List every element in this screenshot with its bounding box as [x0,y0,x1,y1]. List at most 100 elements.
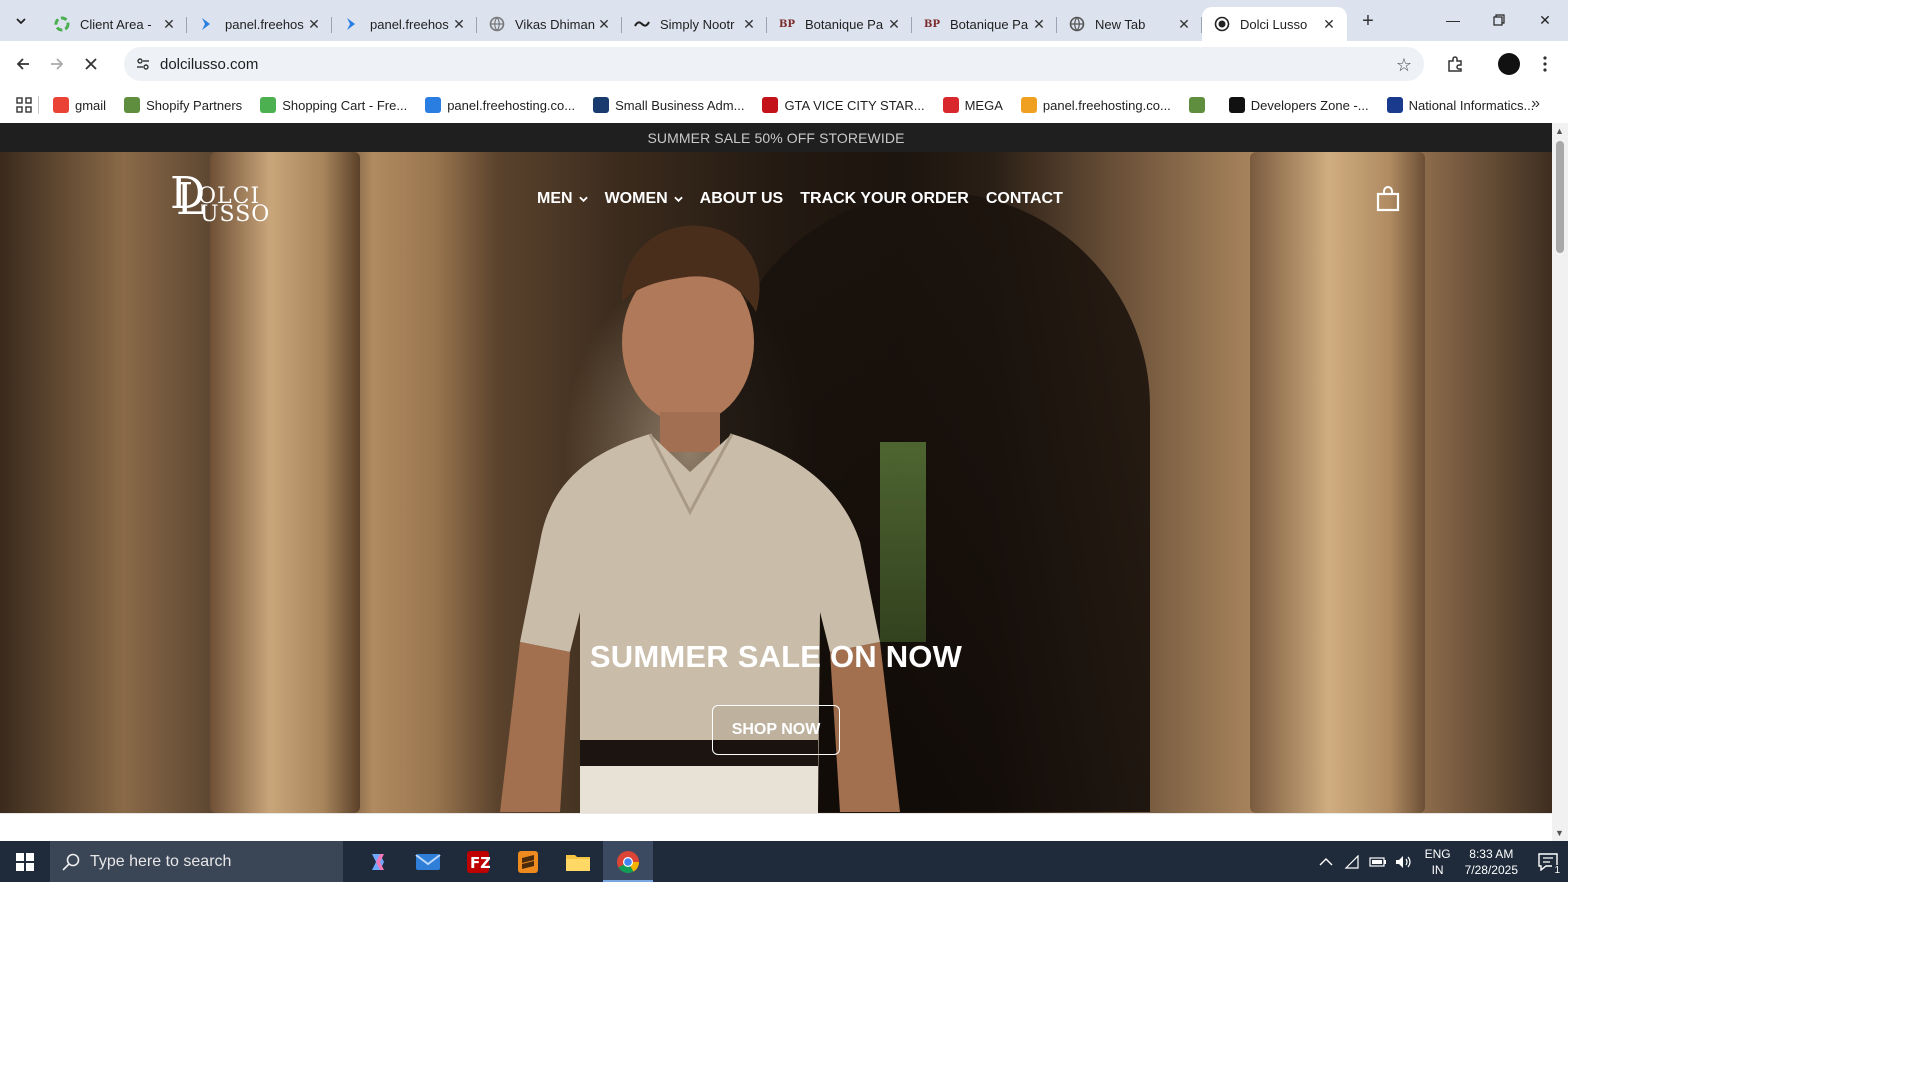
new-tab-button[interactable]: + [1353,6,1383,36]
windows-taskbar: Type here to search FZ ENG IN 8:33 AM 7/… [0,841,1568,882]
url-text[interactable]: dolcilusso.com [160,56,258,73]
scroll-up-icon[interactable]: ▲ [1555,126,1564,136]
menu-button[interactable] [1528,47,1562,81]
taskbar-app-file-explorer[interactable] [553,841,603,882]
nav-label: ABOUT US [699,190,784,207]
minimize-button[interactable]: — [1430,0,1476,40]
folder-icon [566,854,590,871]
nav-item-track-your-order[interactable]: TRACK YOUR ORDER [800,190,969,208]
page-scrollbar[interactable]: ▲ ▼ [1552,123,1568,841]
browser-toolbar: dolcilusso.com ☆ [0,41,1568,87]
profile-avatar[interactable] [1498,53,1520,75]
bookmark-item[interactable]: gmail [53,97,106,113]
scrollbar-thumb[interactable] [1556,141,1564,253]
arrow-right-icon [51,58,64,70]
notification-center-button[interactable]: 1 [1528,841,1568,882]
close-tab-icon[interactable]: ✕ [596,16,612,32]
scroll-down-icon[interactable]: ▼ [1555,828,1564,838]
input-language-indicator[interactable]: ENG IN [1425,846,1451,878]
nav-item-men[interactable]: MEN [537,190,588,208]
show-hidden-icons-icon[interactable] [1314,857,1338,867]
apps-grid-icon[interactable] [16,97,32,113]
bookmark-item[interactable]: Shopify Partners [124,97,242,113]
forward-button[interactable] [40,47,74,81]
nav-label: WOMEN [604,190,668,207]
volume-icon[interactable] [1392,855,1416,869]
bookmark-item[interactable]: Small Business Adm... [593,97,744,113]
tab-search-button[interactable] [6,6,36,36]
taskbar-app-filezilla[interactable]: FZ [453,841,503,882]
clock-date: 7/28/2025 [1464,862,1518,877]
BP-icon: BP [924,18,940,30]
browser-tab[interactable]: panel.freehos ✕ [187,7,332,41]
extensions-button[interactable] [1438,47,1472,81]
taskbar-app-sublime[interactable] [503,841,553,882]
bookmark-item[interactable]: GTA VICE CITY STAR... [762,97,925,113]
address-bar[interactable]: dolcilusso.com ☆ [124,47,1424,81]
more-bookmarks-icon[interactable]: » [1531,95,1540,113]
restore-button[interactable] [1476,0,1522,40]
shop-now-button[interactable]: SHOP NOW [712,705,840,755]
hero-title: SUMMER SALE ON NOW [589,639,963,674]
taskbar-app-chrome[interactable] [603,841,653,882]
nav-item-about-us[interactable]: ABOUT US [700,190,784,208]
tab-title: panel.freehos [370,16,449,32]
bookmark-item[interactable]: Developers Zone -... [1228,97,1369,113]
taskbar-app-mail[interactable] [403,841,453,882]
browser-tab[interactable]: BP Botanique Pa ✕ [912,7,1057,41]
browser-tab[interactable]: Dolci Lusso ✕ [1202,7,1347,41]
bookmark-label: MEGA [964,97,1003,113]
announcement-text: SUMMER SALE 50% OFF STOREWIDE [647,129,905,146]
close-tab-icon[interactable]: ✕ [1031,16,1047,32]
site-info-button[interactable] [132,53,154,75]
start-button[interactable] [0,841,50,882]
arrow-left-icon [16,58,29,70]
cart-icon[interactable] [1376,186,1400,212]
background-pillar [210,152,360,813]
close-tab-icon[interactable]: ✕ [451,16,467,32]
nav-item-women[interactable]: WOMEN [605,190,683,208]
close-tab-icon[interactable]: ✕ [1321,16,1337,32]
bookmark-item[interactable]: MEGA [942,97,1003,113]
window-controls: — ✕ [1430,0,1568,40]
search-icon [62,853,80,871]
gmail-icon [53,97,69,113]
nav-label: CONTACT [985,190,1063,207]
tab-title: panel.freehos [225,16,304,32]
hero-banner: D L OLCI USSO MEN WOMEN ABOUT US TRACK YOUR… [0,152,1552,813]
browser-tab[interactable]: BP Botanique Pa ✕ [767,7,912,41]
bookmark-item[interactable]: National Informatics... [1386,97,1534,113]
bookmark-item[interactable]: panel.freehosting.co... [1020,97,1171,113]
copilot-icon [372,853,384,870]
close-tab-icon[interactable]: ✕ [306,16,322,32]
shopify-icon [124,97,141,113]
close-window-button[interactable]: ✕ [1522,0,1568,40]
browser-tab[interactable]: Vikas Dhiman ✕ [477,7,622,41]
bookmark-star-icon[interactable]: ☆ [1396,55,1412,76]
browser-tab[interactable]: Simply Nootr ✕ [622,7,767,41]
bookmark-item[interactable]: Shopping Cart - Fre... [260,97,407,113]
bookmark-item[interactable] [1188,97,1211,113]
close-tab-icon[interactable]: ✕ [741,16,757,32]
stop-loading-button[interactable] [74,47,108,81]
bookmark-item[interactable]: panel.freehosting.co... [425,97,575,113]
taskbar-search[interactable]: Type here to search [50,841,343,882]
network-icon[interactable] [1340,854,1364,869]
close-tab-icon[interactable]: ✕ [886,16,902,32]
battery-icon[interactable] [1366,856,1390,867]
hero-model-image [500,225,900,813]
taskbar-clock[interactable]: 8:33 AM 7/28/2025 [1465,846,1518,878]
nav-label: TRACK YOUR ORDER [800,190,969,207]
bookmark-label: Small Business Adm... [615,97,745,113]
nav-item-contact[interactable]: CONTACT [986,190,1063,208]
browser-tab[interactable]: panel.freehos ✕ [332,7,477,41]
browser-tab[interactable]: New Tab ✕ [1057,7,1202,41]
region-code: IN [1431,862,1444,877]
taskbar-app-copilot[interactable] [353,841,403,882]
tab-title: Client Area - [80,16,152,32]
browser-tab[interactable]: Client Area - ✕ [42,7,187,41]
back-button[interactable] [6,47,40,81]
close-tab-icon[interactable]: ✕ [161,16,177,32]
close-tab-icon[interactable]: ✕ [1176,16,1192,32]
chevron-down-icon [673,195,683,204]
